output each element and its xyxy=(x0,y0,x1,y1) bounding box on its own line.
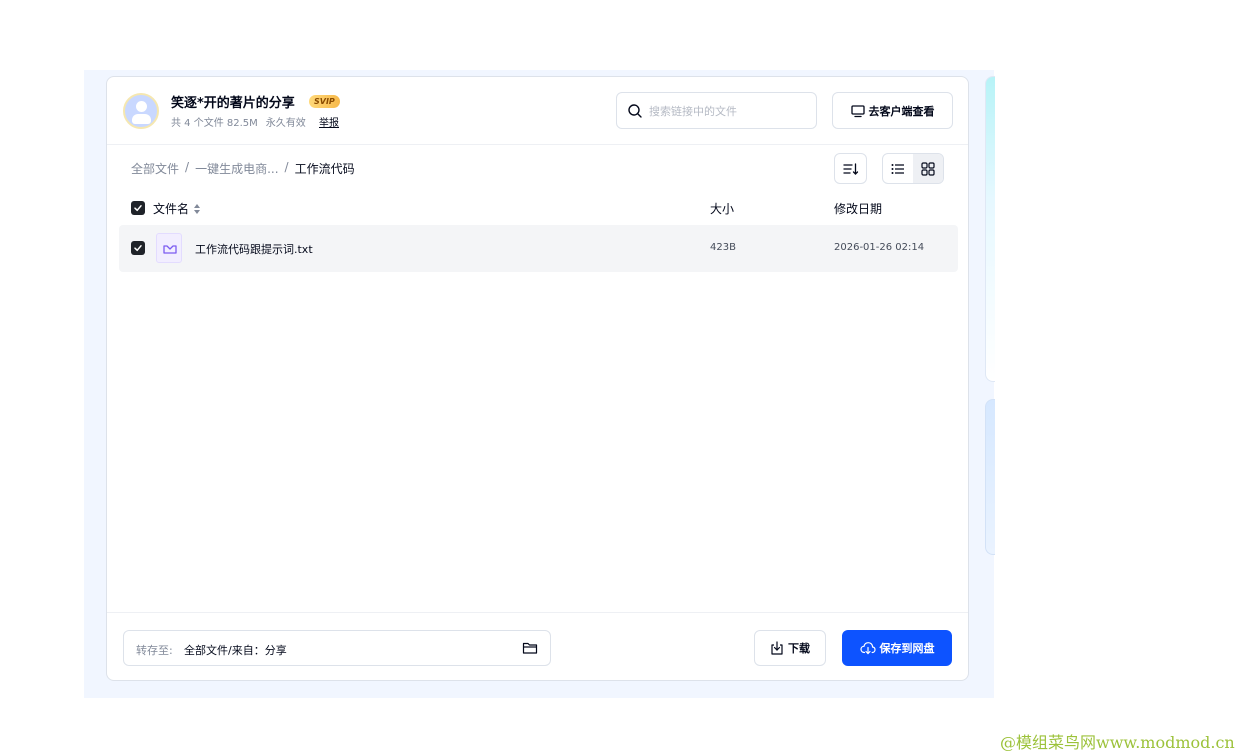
avatar-head-shape xyxy=(136,101,147,112)
action-footer: 转存至: 全部文件/来自：分享 下载 保存到网盘 xyxy=(107,612,968,682)
file-name[interactable]: 工作流代码跟提示词.txt xyxy=(195,241,313,257)
text-file-icon xyxy=(156,233,182,263)
avatar-body-shape xyxy=(132,114,151,124)
side-card-bottom xyxy=(985,399,995,555)
share-header: 笑逐*开的著片的分享 SVIP 共 4 个文件 82.5M 永久有效 举报 去客户… xyxy=(107,77,968,145)
column-name-label: 文件名 xyxy=(153,202,190,216)
breadcrumb-separator: / xyxy=(284,160,289,174)
side-card-top xyxy=(985,76,995,382)
list-view-button[interactable] xyxy=(883,154,913,183)
open-in-client-button[interactable]: 去客户端查看 xyxy=(832,92,953,129)
breadcrumb-item-parent[interactable]: 一键生成电商... xyxy=(195,160,278,177)
breadcrumb: 全部文件 / 一键生成电商... / 工作流代码 xyxy=(131,160,355,177)
watermark-text: @模组菜鸟网www.modmod.cn xyxy=(1000,733,1235,752)
sort-button[interactable] xyxy=(834,153,867,184)
view-toggle xyxy=(882,153,944,184)
svip-badge: SVIP xyxy=(309,95,340,108)
list-icon xyxy=(891,163,904,174)
share-title: 笑逐*开的著片的分享 xyxy=(171,96,295,111)
report-link[interactable]: 举报 xyxy=(319,114,339,129)
file-modified-date: 2026-01-26 02:14 xyxy=(834,242,925,253)
table-row[interactable]: 工作流代码跟提示词.txt 423B 2026-01-26 02:14 xyxy=(119,225,958,272)
grid-view-button[interactable] xyxy=(913,154,943,183)
select-all-checkbox[interactable] xyxy=(131,201,145,215)
file-size: 423B xyxy=(710,242,736,253)
breadcrumb-item-all-files[interactable]: 全部文件 xyxy=(131,160,179,177)
search-input[interactable] xyxy=(649,102,809,120)
save-destination-value: 全部文件/来自：分享 xyxy=(184,644,287,657)
check-icon xyxy=(134,205,142,212)
avatar xyxy=(123,93,159,129)
breadcrumb-item-current: 工作流代码 xyxy=(294,162,355,176)
row-checkbox[interactable] xyxy=(131,241,145,255)
monitor-icon xyxy=(850,104,865,117)
validity: 永久有效 xyxy=(265,118,306,129)
open-in-client-label: 去客户端查看 xyxy=(868,104,935,118)
column-size-header: 大小 xyxy=(710,202,735,216)
table-header: 文件名 大小 修改日期 xyxy=(131,199,951,219)
grid-icon xyxy=(921,161,935,176)
save-destination-selector[interactable]: 转存至: 全部文件/来自：分享 xyxy=(123,630,551,666)
download-label: 下载 xyxy=(788,642,810,655)
share-card: 笑逐*开的著片的分享 SVIP 共 4 个文件 82.5M 永久有效 举报 去客户… xyxy=(106,76,969,681)
share-meta: 共 4 个文件 82.5M 永久有效 xyxy=(171,114,314,129)
column-name-header[interactable]: 文件名 xyxy=(153,200,201,217)
download-icon xyxy=(771,641,783,655)
search-icon xyxy=(628,104,642,118)
column-date-header: 修改日期 xyxy=(834,202,883,216)
file-count-size: 共 4 个文件 82.5M xyxy=(171,118,258,129)
save-to-drive-button[interactable]: 保存到网盘 xyxy=(842,630,952,666)
save-destination-label: 转存至: xyxy=(136,644,173,657)
check-icon xyxy=(134,245,142,252)
search-box[interactable] xyxy=(616,92,817,129)
save-to-drive-label: 保存到网盘 xyxy=(879,642,935,655)
breadcrumb-separator: / xyxy=(185,160,190,174)
sort-toggle-icon xyxy=(194,203,201,214)
download-button[interactable]: 下载 xyxy=(754,630,826,666)
sort-icon xyxy=(842,162,858,175)
cloud-save-icon xyxy=(859,642,876,655)
folder-icon[interactable] xyxy=(522,641,538,655)
